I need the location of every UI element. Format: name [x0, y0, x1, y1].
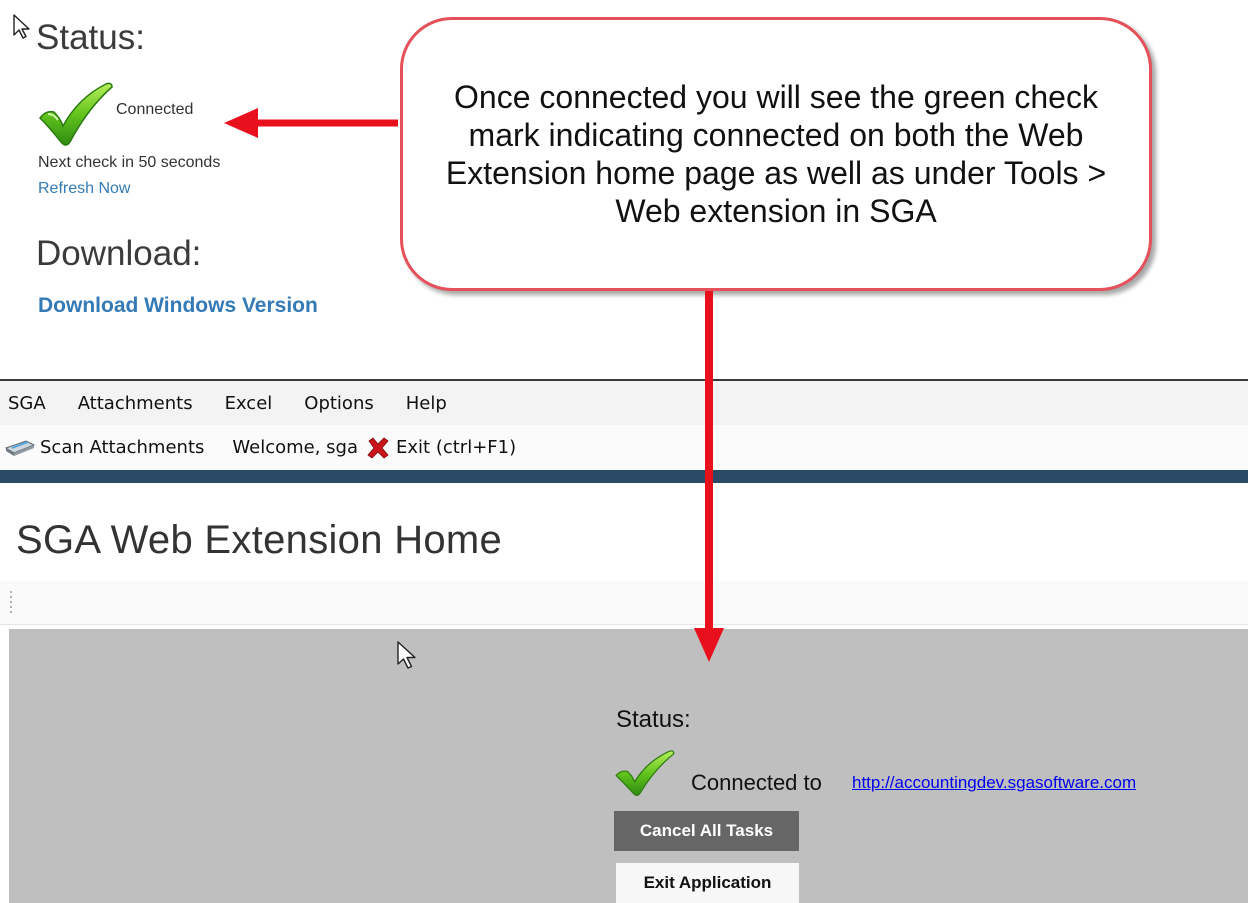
check-icon — [39, 82, 113, 146]
arrow-left — [224, 108, 398, 138]
mouse-cursor-icon — [397, 641, 416, 669]
exit-button[interactable]: Exit (ctrl+F1) — [366, 436, 516, 460]
menu-excel[interactable]: Excel — [209, 393, 289, 414]
menu-help[interactable]: Help — [390, 393, 463, 414]
exit-label: Exit (ctrl+F1) — [396, 437, 517, 458]
menu-sga[interactable]: SGA — [0, 393, 62, 414]
callout-text: Once connected you will see the green ch… — [445, 79, 1107, 229]
refresh-now-link[interactable]: Refresh Now — [38, 180, 130, 198]
connected-to-label: Connected to — [691, 770, 822, 795]
welcome-text: Welcome, sga — [232, 437, 359, 458]
scan-attachments-button[interactable]: Scan Attachments — [4, 437, 204, 458]
download-windows-link[interactable]: Download Windows Version — [38, 294, 318, 318]
tool-strip — [0, 581, 1248, 625]
status-heading: Status: — [36, 18, 145, 57]
menu-attachments[interactable]: Attachments — [62, 393, 209, 414]
status-heading: Status: — [616, 706, 691, 733]
toolbar: Scan Attachments Welcome, sga Exit (ctrl… — [0, 425, 1248, 470]
menu-options[interactable]: Options — [288, 393, 389, 414]
menu-bar: SGA Attachments Excel Options Help — [0, 381, 1248, 425]
server-url-link[interactable]: http://accountingdev.sgasoftware.com — [852, 773, 1136, 793]
page-title: SGA Web Extension Home — [16, 518, 503, 562]
nav-strip — [0, 470, 1248, 483]
scan-attachments-label: Scan Attachments — [40, 437, 205, 458]
cancel-all-tasks-button[interactable]: Cancel All Tasks — [614, 811, 799, 851]
download-heading: Download: — [36, 234, 202, 273]
next-check-text: Next check in 50 seconds — [38, 154, 221, 171]
scanner-icon — [4, 439, 36, 456]
grip-icon[interactable] — [9, 589, 13, 617]
annotation-callout: Once connected you will see the green ch… — [400, 17, 1152, 291]
exit-application-button[interactable]: Exit Application — [616, 863, 799, 903]
red-x-icon — [367, 436, 389, 459]
connection-status-label: Connected — [116, 101, 194, 118]
check-icon — [615, 750, 675, 796]
mouse-cursor-icon — [13, 14, 30, 39]
